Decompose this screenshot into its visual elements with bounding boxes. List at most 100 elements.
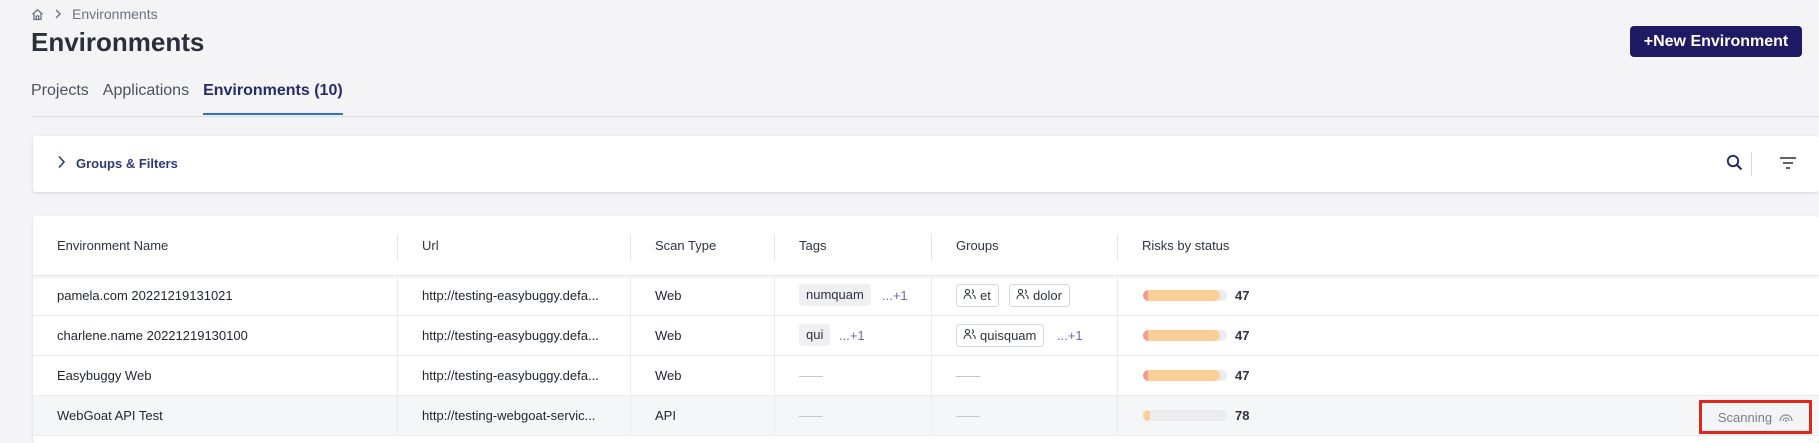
tag-chip: qui: [799, 324, 831, 346]
cell-divider: [1117, 276, 1118, 316]
group-label: dolor: [1033, 288, 1062, 303]
filter-icon[interactable]: [1779, 156, 1797, 175]
column-header-risks-by-status[interactable]: Risks by status: [1142, 238, 1229, 253]
groups-filters-label: Groups & Filters: [76, 156, 178, 171]
breadcrumb: Environments: [31, 6, 158, 22]
environment-url: http://testing-easybuggy.defa...: [422, 288, 599, 303]
group-icon: [963, 285, 976, 306]
table-row[interactable]: WebGoat API Test http://testing-webgoat-…: [33, 396, 1819, 436]
group-chip: dolor: [1009, 284, 1070, 307]
table-header: Environment Name Url Scan Type Tags Grou…: [33, 216, 1819, 276]
risk-fill-medium: [1143, 330, 1221, 341]
column-divider: [1117, 234, 1118, 260]
group-label: et: [980, 288, 991, 303]
scan-type: Web: [655, 368, 682, 383]
cell-divider: [397, 276, 398, 316]
table-row[interactable]: charlene.name 20221219130100 http://test…: [33, 316, 1819, 356]
column-header-url[interactable]: Url: [422, 238, 439, 253]
home-icon[interactable]: [31, 8, 44, 21]
scanning-icon: [1779, 410, 1793, 425]
column-divider: [397, 234, 398, 260]
column-divider: [774, 234, 775, 260]
risk-fill-medium: [1143, 290, 1221, 301]
table-row[interactable]: Easybuggy Web http://testing-easybuggy.d…: [33, 356, 1819, 396]
risk-fill-high: [1143, 290, 1149, 301]
environments-table: Environment Name Url Scan Type Tags Grou…: [33, 216, 1819, 443]
scanning-status-label: Scanning: [1717, 409, 1773, 425]
scan-type: Web: [655, 328, 682, 343]
cell-divider: [630, 316, 631, 356]
cell-divider: [1117, 316, 1118, 356]
cell-divider: [1117, 356, 1118, 396]
risk-count: 47: [1235, 368, 1250, 383]
tag-chip: numquam: [799, 284, 871, 306]
cell-divider: [931, 396, 932, 436]
empty-groups-dash: [956, 376, 980, 377]
group-label: quisquam: [980, 328, 1037, 343]
chevron-right-icon: [57, 155, 66, 172]
tabs-divider: [31, 116, 1819, 117]
environment-name[interactable]: charlene.name 20221219130100: [57, 328, 248, 343]
scan-type: Web: [655, 288, 682, 303]
cell-divider: [397, 356, 398, 396]
column-header-environment-name[interactable]: Environment Name: [57, 238, 168, 253]
environment-url: http://testing-webgoat-servic...: [422, 408, 596, 423]
cell-divider: [774, 356, 775, 396]
column-header-groups[interactable]: Groups: [956, 238, 999, 253]
groups-more-link[interactable]: ...+1: [1057, 328, 1083, 343]
groups-filters-toggle[interactable]: Groups & Filters: [57, 155, 178, 172]
chevron-right-icon: [54, 9, 62, 19]
tab-projects[interactable]: Projects: [31, 82, 89, 115]
table-row[interactable]: pamela.com 20221219131021 http://testing…: [33, 276, 1819, 316]
risk-status-bar[interactable]: [1143, 330, 1227, 341]
risk-status-bar[interactable]: [1143, 290, 1227, 301]
risk-fill-high: [1143, 370, 1149, 381]
cell-divider: [931, 316, 932, 356]
risk-count: 47: [1235, 328, 1250, 343]
group-chip: et: [956, 284, 999, 307]
column-header-scan-type[interactable]: Scan Type: [655, 238, 716, 253]
scan-type: API: [655, 408, 676, 423]
risk-count: 78: [1235, 408, 1250, 423]
page-title: Environments: [31, 27, 205, 57]
cell-divider: [774, 276, 775, 316]
cell-divider: [630, 276, 631, 316]
tabs: Projects Applications Environments (10): [31, 82, 357, 115]
empty-tags-dash: [799, 376, 823, 377]
column-divider: [630, 234, 631, 260]
risk-fill-medium: [1143, 370, 1221, 381]
environment-name[interactable]: WebGoat API Test: [57, 408, 163, 423]
cell-divider: [774, 396, 775, 436]
group-icon: [963, 325, 976, 346]
cell-divider: [630, 356, 631, 396]
cell-divider: [397, 316, 398, 356]
group-icon: [1016, 285, 1029, 306]
cell-divider: [774, 316, 775, 356]
risk-count: 47: [1235, 288, 1250, 303]
column-divider: [931, 234, 932, 260]
tab-applications[interactable]: Applications: [103, 82, 189, 115]
environment-url: http://testing-easybuggy.defa...: [422, 328, 599, 343]
new-environment-label: +New Environment: [1643, 32, 1789, 50]
breadcrumb-current[interactable]: Environments: [72, 6, 158, 22]
tags-more-link[interactable]: ...+1: [839, 328, 865, 343]
risk-status-bar[interactable]: [1143, 370, 1227, 381]
new-environment-button[interactable]: +New Environment: [1630, 26, 1802, 57]
filters-bar: Groups & Filters: [33, 136, 1819, 192]
environment-name[interactable]: pamela.com 20221219131021: [57, 288, 233, 303]
scanning-status[interactable]: Scanning: [1699, 400, 1812, 434]
group-chip: quisquam: [956, 324, 1045, 347]
risk-status-bar[interactable]: [1143, 410, 1227, 421]
tags-more-link[interactable]: ...+1: [882, 288, 908, 303]
tab-environments[interactable]: Environments (10): [203, 82, 343, 115]
cell-divider: [630, 396, 631, 436]
cell-divider: [931, 276, 932, 316]
empty-tags-dash: [799, 416, 823, 417]
column-header-tags[interactable]: Tags: [799, 238, 826, 253]
search-icon[interactable]: [1726, 154, 1743, 176]
toolbar-divider: [1751, 152, 1752, 176]
cell-divider: [931, 356, 932, 396]
risk-fill-high: [1143, 330, 1149, 341]
risk-fill-medium: [1143, 410, 1150, 421]
environment-name[interactable]: Easybuggy Web: [57, 368, 151, 383]
